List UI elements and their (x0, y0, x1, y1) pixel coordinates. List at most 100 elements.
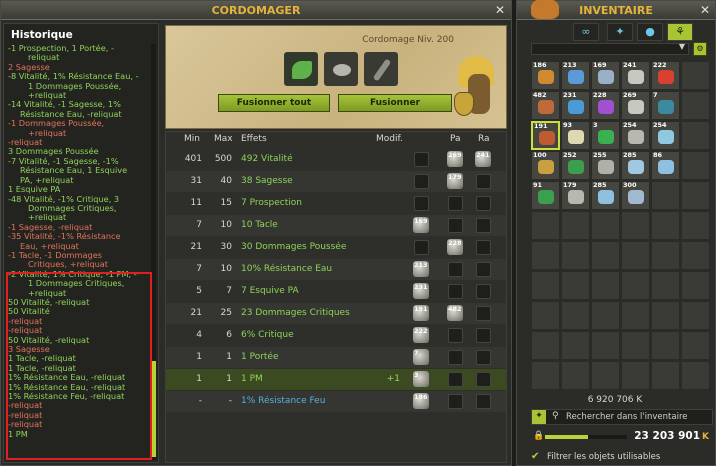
inventory-item-slot[interactable]: 100 (531, 151, 560, 180)
empty-inventory-slot[interactable] (561, 241, 590, 270)
inventory-item-slot[interactable]: 91 (531, 181, 560, 210)
rune-icon[interactable]: 3 (413, 371, 429, 387)
inventory-item-slot[interactable]: 93 (561, 121, 590, 150)
empty-inventory-slot[interactable] (651, 301, 680, 330)
inventory-item-slot[interactable]: 255 (591, 151, 620, 180)
inventory-item-slot[interactable]: 86 (651, 151, 680, 180)
rune-slot-ra[interactable] (476, 372, 491, 387)
effect-row[interactable]: 21 25 23 Dommages Critiques 191 482 (166, 303, 506, 324)
rune-icon[interactable]: 213 (413, 261, 429, 277)
inventory-item-slot[interactable]: 252 (561, 151, 590, 180)
tab-resources[interactable]: ⚘ (667, 23, 693, 41)
inventory-item-slot[interactable]: 7 (651, 91, 680, 120)
empty-inventory-slot[interactable] (591, 271, 620, 300)
empty-inventory-slot[interactable] (561, 211, 590, 240)
empty-inventory-slot[interactable] (591, 211, 620, 240)
effect-row[interactable]: 1 1 1 PM +1 3 (166, 369, 506, 390)
history-scrollbar-thumb[interactable] (151, 361, 156, 457)
inventory-item-slot[interactable]: 3 (591, 121, 620, 150)
rune-slot-ra[interactable] (476, 174, 491, 189)
rune-slot-pa[interactable] (448, 262, 463, 277)
category-dropdown[interactable]: ▼ (531, 42, 689, 55)
inventory-item-slot[interactable]: 254 (621, 121, 650, 150)
rune-slot-ra[interactable] (476, 284, 491, 299)
empty-inventory-slot[interactable] (681, 61, 710, 90)
rune-ra-icon[interactable]: 241 (475, 151, 491, 167)
inventory-item-slot[interactable]: 231 (561, 91, 590, 120)
inventory-item-slot[interactable]: 228 (591, 91, 620, 120)
empty-inventory-slot[interactable] (591, 301, 620, 330)
search-input[interactable] (566, 411, 710, 423)
inventory-item-slot[interactable]: 191 (531, 121, 560, 150)
rune-icon[interactable]: 186 (413, 393, 429, 409)
empty-inventory-slot[interactable] (531, 211, 560, 240)
rune-slot-mi[interactable] (414, 196, 429, 211)
empty-inventory-slot[interactable] (651, 331, 680, 360)
rune-pa-icon[interactable]: 228 (447, 239, 463, 255)
inventory-item-slot[interactable]: 213 (561, 61, 590, 90)
rune-slot-ra[interactable] (476, 262, 491, 277)
inventory-item-slot[interactable]: 254 (651, 121, 680, 150)
empty-inventory-slot[interactable] (621, 301, 650, 330)
checkbox-checked-icon[interactable]: ✔ (531, 451, 539, 462)
empty-inventory-slot[interactable] (651, 271, 680, 300)
effect-row[interactable]: 4 6 6% Critique 222 (166, 325, 506, 346)
tab-consumables[interactable]: ● (637, 23, 663, 41)
item-slot[interactable] (284, 52, 318, 86)
effect-row[interactable]: 401 500 492 Vitalité 269 241 (166, 149, 506, 170)
merge-all-button[interactable]: Fusionner tout (218, 94, 330, 112)
empty-inventory-slot[interactable] (531, 361, 560, 390)
inventory-item-slot[interactable]: 186 (531, 61, 560, 90)
rune-slot-mi[interactable] (414, 240, 429, 255)
empty-inventory-slot[interactable] (651, 181, 680, 210)
tab-equipment[interactable]: ✦ (607, 23, 633, 41)
rune-slot-pa[interactable] (448, 350, 463, 365)
empty-inventory-slot[interactable] (531, 271, 560, 300)
empty-inventory-slot[interactable] (651, 211, 680, 240)
rune-slot-pa[interactable] (448, 284, 463, 299)
merge-button[interactable]: Fusionner (338, 94, 452, 112)
empty-inventory-slot[interactable] (591, 241, 620, 270)
empty-inventory-slot[interactable] (561, 331, 590, 360)
rune-slot-pa[interactable] (448, 218, 463, 233)
empty-inventory-slot[interactable] (681, 331, 710, 360)
rune-slot-ra[interactable] (476, 306, 491, 321)
empty-inventory-slot[interactable] (531, 241, 560, 270)
rune-icon[interactable]: 222 (413, 327, 429, 343)
tab-all[interactable]: ∞ (573, 23, 599, 41)
inventory-item-slot[interactable]: 169 (591, 61, 620, 90)
empty-inventory-slot[interactable] (681, 151, 710, 180)
rune-slot-pa[interactable] (448, 328, 463, 343)
empty-inventory-slot[interactable] (591, 331, 620, 360)
empty-inventory-slot[interactable] (561, 271, 590, 300)
rune-slot-ra[interactable] (476, 196, 491, 211)
empty-inventory-slot[interactable] (681, 271, 710, 300)
empty-inventory-slot[interactable] (651, 361, 680, 390)
gear-icon[interactable]: ⚙ (693, 42, 707, 56)
empty-inventory-slot[interactable] (591, 361, 620, 390)
rune-slot-ra[interactable] (476, 328, 491, 343)
effect-row[interactable]: 31 40 38 Sagesse 179 (166, 171, 506, 192)
empty-inventory-slot[interactable] (651, 241, 680, 270)
inventory-item-slot[interactable]: 285 (591, 181, 620, 210)
empty-inventory-slot[interactable] (621, 271, 650, 300)
empty-inventory-slot[interactable] (681, 91, 710, 120)
empty-inventory-slot[interactable] (561, 301, 590, 330)
rune-slot-pa[interactable] (448, 394, 463, 409)
rune-slot-mi[interactable] (414, 174, 429, 189)
inventory-item-slot[interactable]: 241 (621, 61, 650, 90)
rune-icon[interactable]: 191 (413, 305, 429, 321)
empty-inventory-slot[interactable] (621, 331, 650, 360)
empty-inventory-slot[interactable] (531, 331, 560, 360)
rune-slot-ra[interactable] (476, 350, 491, 365)
rune-slot-pa[interactable] (448, 372, 463, 387)
empty-inventory-slot[interactable] (681, 121, 710, 150)
rune-slot-ra[interactable] (476, 240, 491, 255)
empty-inventory-slot[interactable] (561, 361, 590, 390)
rune-slot[interactable] (324, 52, 358, 86)
usable-filter-row[interactable]: ✔ Filtrer les objets utilisables (531, 451, 713, 465)
effect-row[interactable]: 7 10 10 Tacle 169 (166, 215, 506, 236)
rune-slot-mi[interactable] (414, 152, 429, 167)
potion-slot[interactable] (364, 52, 398, 86)
effect-row[interactable]: 1 1 1 Portée 7 (166, 347, 506, 368)
